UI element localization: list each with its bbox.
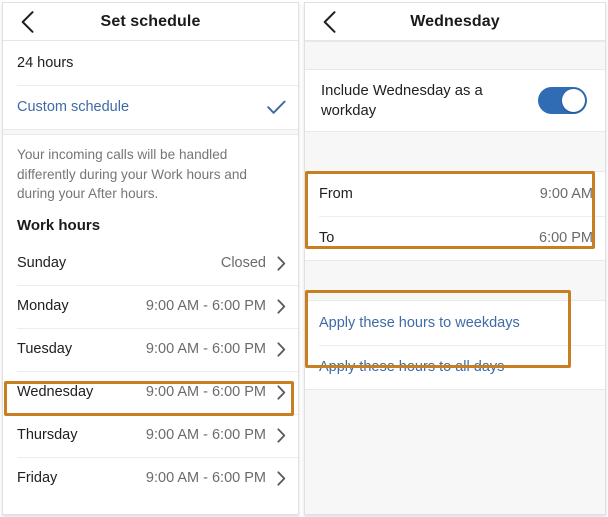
- apply-to-all-days-label: Apply these hours to all days: [319, 359, 505, 375]
- spacer-above-time-range: [305, 131, 605, 172]
- work-hours-day-list: Sunday Closed Monday 9:00 AM - 6:00 PM T…: [3, 241, 298, 500]
- wednesday-navbar: Wednesday: [305, 3, 605, 41]
- include-workday-toggle[interactable]: [538, 87, 587, 114]
- day-name: Friday: [17, 470, 58, 486]
- day-hours: Closed: [220, 255, 266, 271]
- option-24-hours-label: 24 hours: [17, 55, 74, 71]
- screenshot-root: Set schedule 24 hours Custom schedule Yo…: [0, 0, 608, 517]
- wednesday-detail-panel: Wednesday Include Wednesday as a workday…: [304, 2, 606, 515]
- day-row-friday[interactable]: Friday 9:00 AM - 6:00 PM: [3, 456, 298, 500]
- chevron-right-icon: [277, 427, 286, 443]
- spacer-above-apply: [305, 260, 605, 301]
- from-value: 9:00 AM: [539, 186, 593, 202]
- day-name: Thursday: [17, 427, 78, 443]
- spacer-bottom: [305, 389, 605, 514]
- day-hours: 9:00 AM - 6:00 PM: [145, 298, 266, 314]
- to-value: 6:00 PM: [539, 230, 593, 246]
- chevron-right-icon: [277, 341, 286, 357]
- time-range-group: From 9:00 AM To 6:00 PM: [305, 172, 605, 260]
- day-hours: 9:00 AM - 6:00 PM: [145, 341, 266, 357]
- from-time-row[interactable]: From 9:00 AM: [305, 172, 605, 216]
- day-row-monday[interactable]: Monday 9:00 AM - 6:00 PM: [3, 284, 298, 328]
- set-schedule-navbar: Set schedule: [3, 3, 298, 41]
- day-name: Tuesday: [17, 341, 73, 357]
- set-schedule-panel: Set schedule 24 hours Custom schedule Yo…: [2, 2, 299, 515]
- chevron-right-icon: [277, 384, 286, 400]
- chevron-right-icon: [277, 470, 286, 486]
- day-row-sunday[interactable]: Sunday Closed: [3, 241, 298, 285]
- day-hours: 9:00 AM - 6:00 PM: [145, 427, 266, 443]
- apply-actions-group: Apply these hours to weekdays Apply thes…: [305, 301, 605, 389]
- option-custom-schedule-label: Custom schedule: [17, 99, 130, 115]
- day-row-wednesday[interactable]: Wednesday 9:00 AM - 6:00 PM: [3, 370, 298, 414]
- option-24-hours[interactable]: 24 hours: [3, 41, 298, 85]
- option-custom-schedule[interactable]: Custom schedule: [3, 85, 298, 129]
- day-hours: 9:00 AM - 6:00 PM: [145, 470, 266, 486]
- include-workday-label: Include Wednesday as a workday: [321, 82, 483, 119]
- chevron-right-icon: [277, 255, 286, 271]
- day-name: Sunday: [17, 255, 67, 271]
- day-row-tuesday[interactable]: Tuesday 9:00 AM - 6:00 PM: [3, 327, 298, 371]
- toggle-knob: [562, 89, 585, 112]
- work-hours-heading: Work hours: [3, 203, 298, 242]
- chevron-right-icon: [277, 298, 286, 314]
- to-time-row[interactable]: To 6:00 PM: [305, 216, 605, 260]
- day-row-thursday[interactable]: Thursday 9:00 AM - 6:00 PM: [3, 413, 298, 457]
- checkmark-icon: [267, 100, 286, 115]
- day-name: Wednesday: [17, 384, 94, 400]
- day-hours: 9:00 AM - 6:00 PM: [145, 384, 266, 400]
- spacer-above-toggle: [305, 41, 605, 70]
- to-label: To: [319, 230, 335, 246]
- schedule-description: Your incoming calls will be handled diff…: [3, 135, 298, 204]
- page-title: Wednesday: [410, 13, 500, 30]
- from-label: From: [319, 186, 353, 202]
- apply-to-weekdays-button[interactable]: Apply these hours to weekdays: [305, 301, 605, 345]
- include-workday-row[interactable]: Include Wednesday as a workday: [305, 70, 605, 131]
- apply-to-all-days-button[interactable]: Apply these hours to all days: [305, 345, 605, 389]
- apply-to-weekdays-label: Apply these hours to weekdays: [319, 315, 520, 331]
- page-title: Set schedule: [100, 13, 201, 30]
- day-name: Monday: [17, 298, 69, 314]
